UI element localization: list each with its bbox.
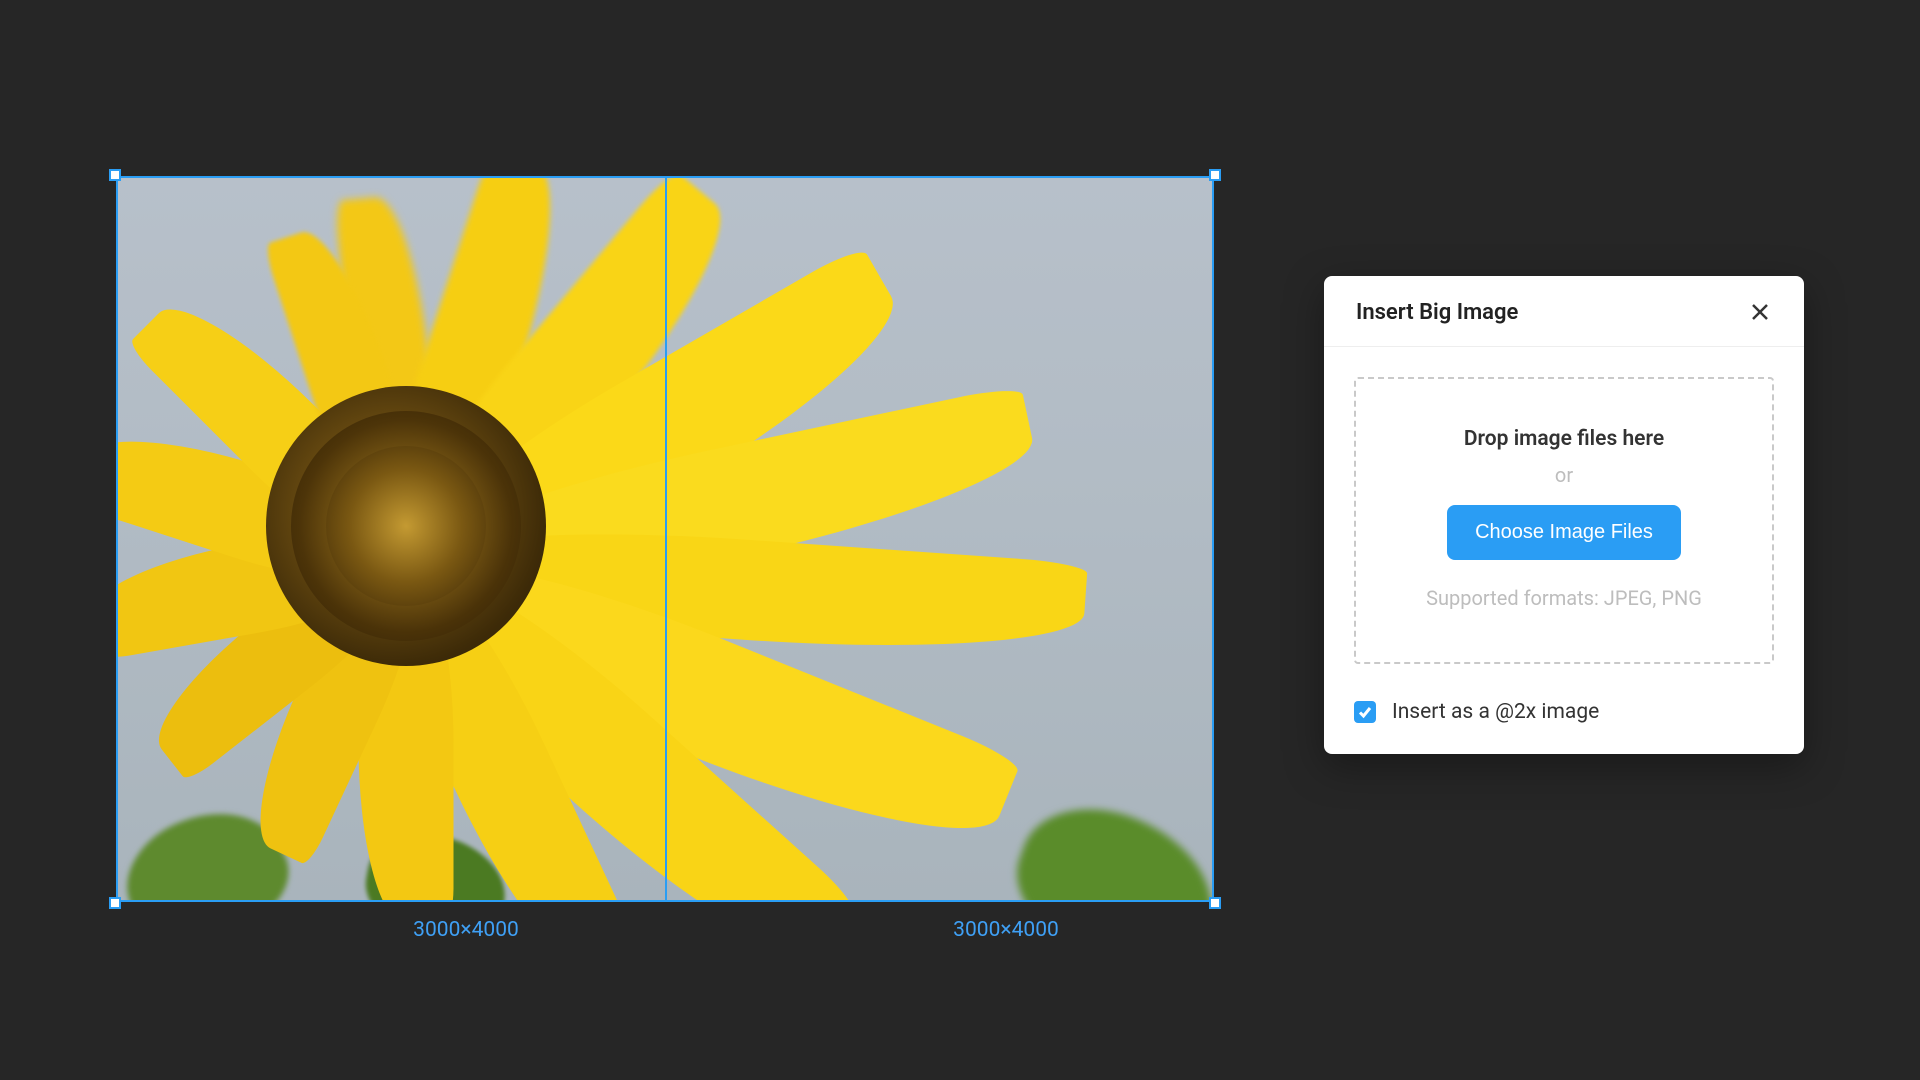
resize-handle-top-right[interactable] (1209, 169, 1221, 181)
retina-checkbox[interactable] (1354, 701, 1376, 723)
slice-dimensions-right: 3000×4000 (906, 918, 1106, 942)
dialog-body: Drop image files here or Choose Image Fi… (1324, 347, 1804, 694)
resize-handle-top-left[interactable] (109, 169, 121, 181)
resize-handle-bottom-left[interactable] (109, 897, 121, 909)
retina-checkbox-row: Insert as a @2x image (1324, 694, 1804, 754)
close-icon (1750, 302, 1770, 322)
dropzone[interactable]: Drop image files here or Choose Image Fi… (1354, 377, 1774, 664)
dialog-header: Insert Big Image (1324, 276, 1804, 347)
close-button[interactable] (1746, 298, 1774, 326)
insert-big-image-dialog: Insert Big Image Drop image files here o… (1324, 276, 1804, 754)
resize-handle-bottom-right[interactable] (1209, 897, 1221, 909)
check-icon (1358, 705, 1372, 719)
canvas-selection[interactable]: 3000×4000 3000×4000 (116, 176, 1214, 902)
supported-formats: Supported formats: JPEG, PNG (1376, 586, 1752, 610)
choose-files-button[interactable]: Choose Image Files (1447, 505, 1681, 560)
dialog-title: Insert Big Image (1356, 300, 1518, 325)
retina-checkbox-label: Insert as a @2x image (1392, 700, 1599, 724)
dropzone-headline: Drop image files here (1376, 427, 1752, 451)
dropzone-or: or (1376, 463, 1752, 487)
slice-divider[interactable] (665, 176, 667, 902)
slice-dimensions-left: 3000×4000 (366, 918, 566, 942)
